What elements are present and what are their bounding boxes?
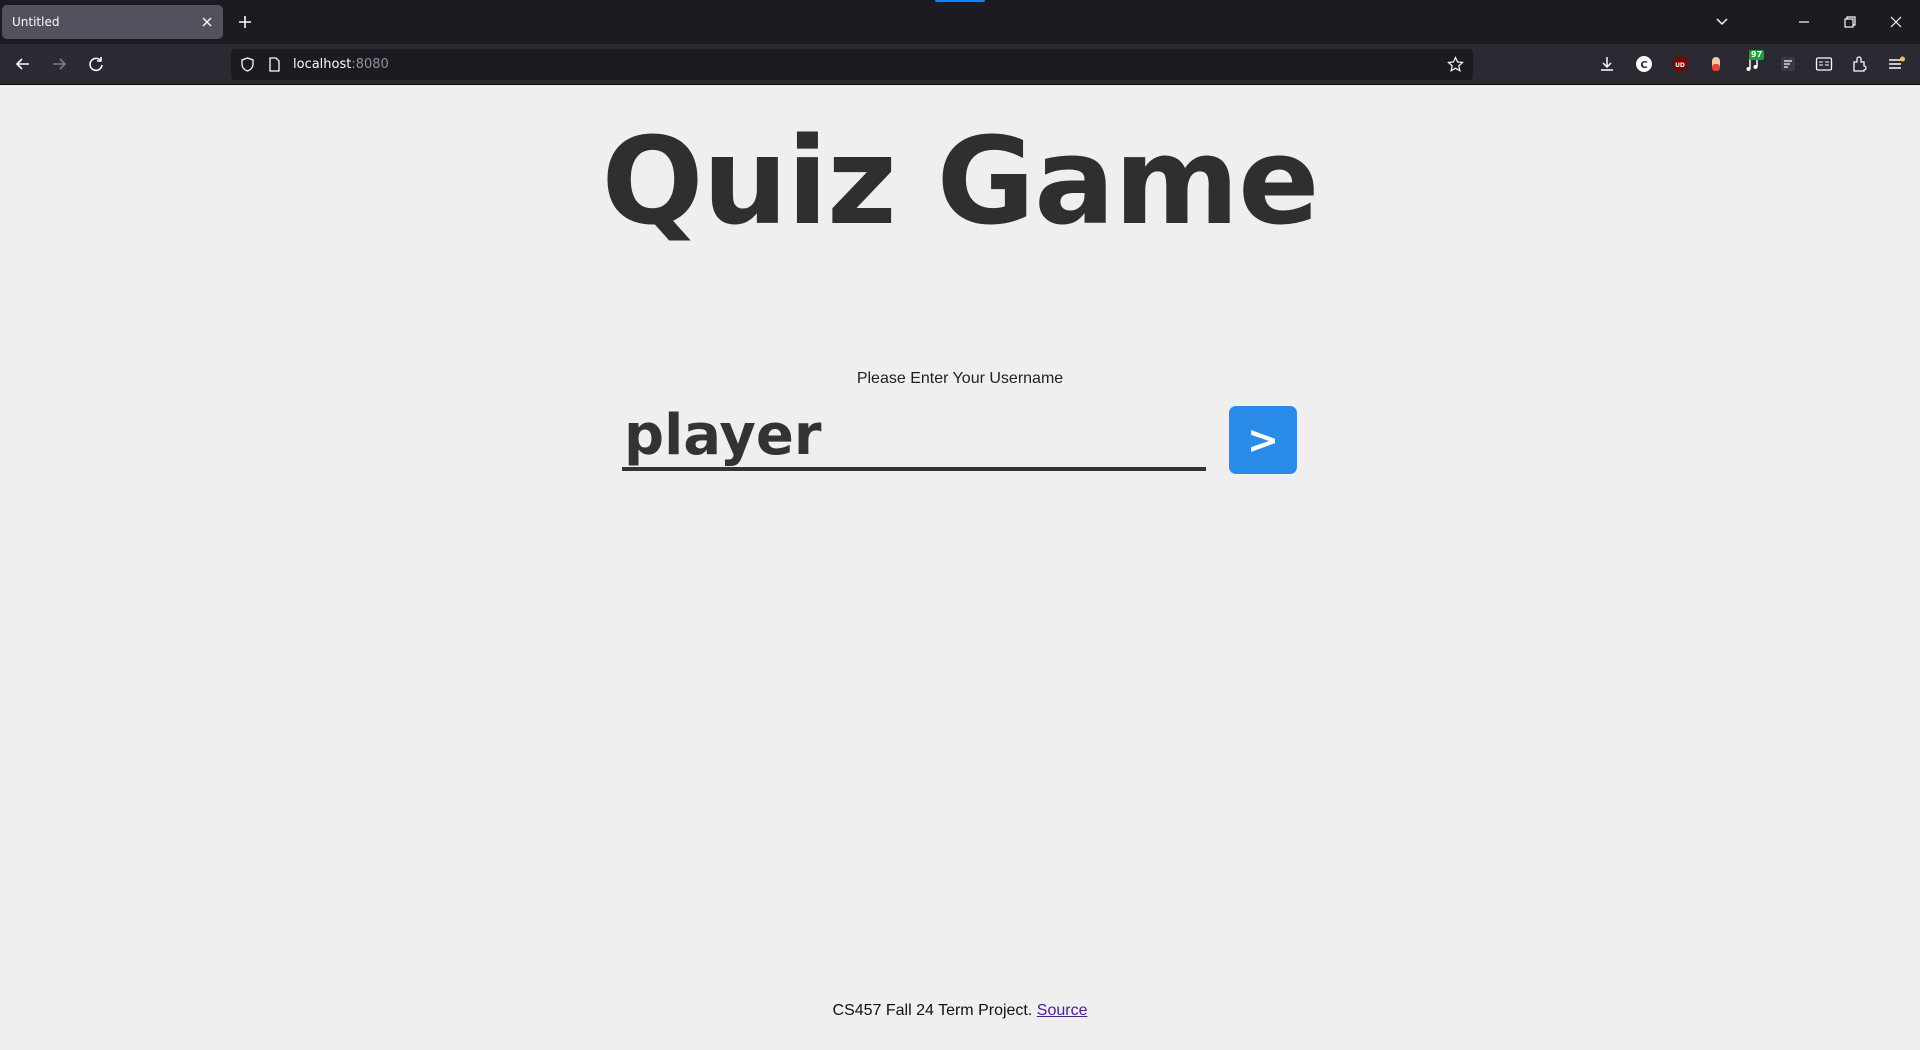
tab-active[interactable]: Untitled <box>2 5 223 39</box>
extension-capsule-icon[interactable] <box>1706 54 1726 74</box>
ublock-icon[interactable]: UD <box>1670 54 1690 74</box>
tab-strip: Untitled <box>0 0 1920 44</box>
new-tab-icon[interactable] <box>236 13 254 31</box>
page-icon[interactable] <box>266 56 283 73</box>
url-text[interactable]: localhost:8080 <box>293 57 389 72</box>
page-title: Quiz Game <box>601 113 1319 252</box>
url-port: :8080 <box>351 57 389 72</box>
shield-icon[interactable] <box>239 56 256 73</box>
tab-strip-accent <box>935 0 985 2</box>
svg-text:C: C <box>1640 60 1647 71</box>
list-tabs-icon[interactable] <box>1712 12 1732 32</box>
reader-view-icon[interactable] <box>1814 54 1834 74</box>
svg-text:UD: UD <box>1675 62 1685 69</box>
footer-text: CS457 Fall 24 Term Project. <box>832 1002 1033 1019</box>
reload-icon[interactable] <box>85 53 107 75</box>
username-prompt: Please Enter Your Username <box>856 370 1064 387</box>
navigation-toolbar: localhost:8080 C UD 97 <box>0 44 1920 85</box>
page-content: Quiz Game Please Enter Your Username > C… <box>0 85 1920 1050</box>
downloads-icon[interactable] <box>1597 54 1617 74</box>
tab-title: Untitled <box>12 15 60 29</box>
reader-extension-icon[interactable] <box>1778 54 1798 74</box>
back-icon[interactable] <box>12 53 34 75</box>
extensions-icon[interactable] <box>1850 54 1870 74</box>
address-bar[interactable]: localhost:8080 <box>231 49 1473 80</box>
bookmark-star-icon[interactable] <box>1447 56 1464 73</box>
url-host: localhost <box>293 57 352 72</box>
restore-icon[interactable] <box>1840 12 1860 32</box>
account-icon[interactable]: C <box>1634 54 1654 74</box>
submit-button[interactable]: > <box>1229 406 1297 474</box>
extension-badge: 97 <box>1749 50 1765 60</box>
username-input[interactable] <box>622 403 1206 471</box>
forward-icon[interactable] <box>48 53 70 75</box>
footer: CS457 Fall 24 Term Project. Source <box>0 1002 1920 1020</box>
minimize-icon[interactable] <box>1794 12 1814 32</box>
source-link[interactable]: Source <box>1037 1002 1088 1019</box>
menu-icon[interactable] <box>1886 54 1906 74</box>
close-window-icon[interactable] <box>1886 12 1906 32</box>
close-tab-icon[interactable] <box>199 14 215 30</box>
